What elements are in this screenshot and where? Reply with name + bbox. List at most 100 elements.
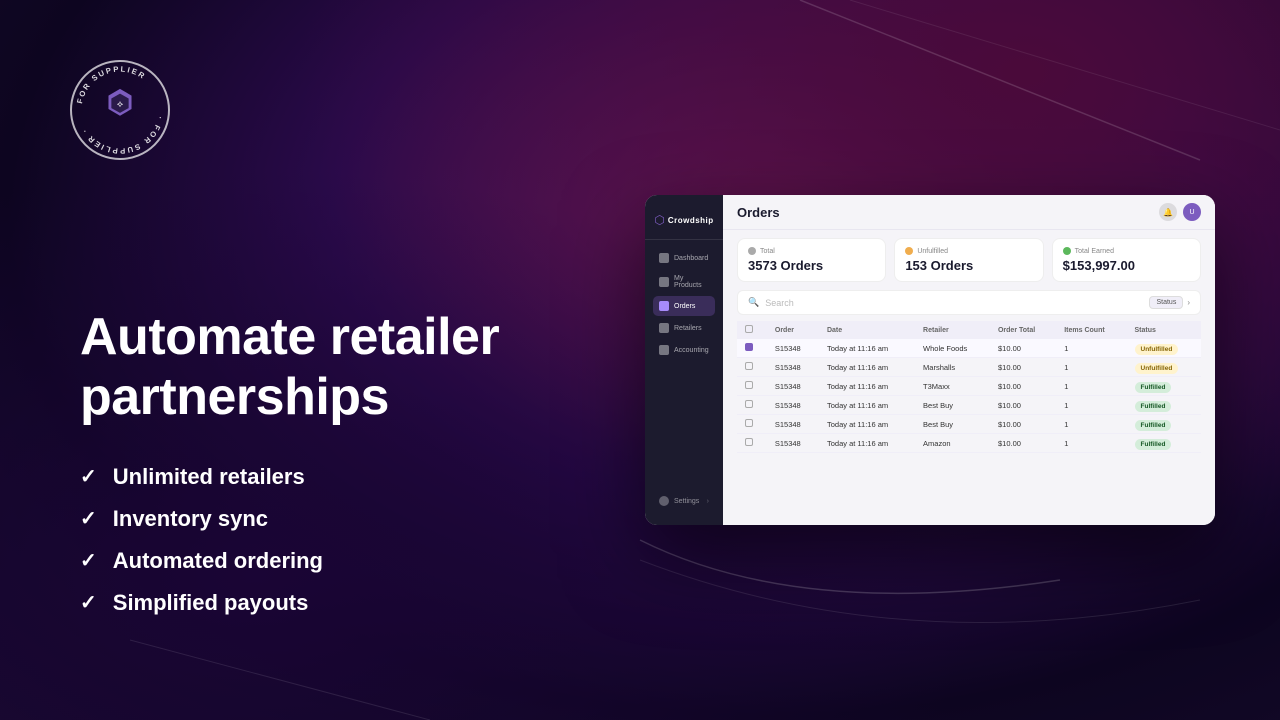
settings-icon xyxy=(659,496,669,506)
stat-label-row: Total xyxy=(748,247,875,255)
row-checkbox-cell xyxy=(737,434,767,453)
order-id-cell: S15348 xyxy=(767,396,819,415)
total-cell: $10.00 xyxy=(990,377,1056,396)
brand-name-label: Crowdship xyxy=(668,216,714,225)
table-row: S15348 Today at 11:16 am Best Buy $10.00… xyxy=(737,396,1201,415)
row-checkbox[interactable] xyxy=(745,381,753,389)
brand-logo-icon: ⬡ xyxy=(654,213,664,227)
total-cell: $10.00 xyxy=(990,339,1056,358)
table-header-cell: Status xyxy=(1127,321,1201,339)
nav-item-icon xyxy=(659,277,669,287)
status-badge: Fulfilled xyxy=(1135,382,1172,393)
order-id-cell: S15348 xyxy=(767,434,819,453)
select-all-checkbox[interactable] xyxy=(745,325,753,333)
orders-table: OrderDateRetailerOrder TotalItems CountS… xyxy=(737,321,1201,453)
row-checkbox[interactable] xyxy=(745,400,753,408)
feature-label: Inventory sync xyxy=(113,506,268,532)
notification-icon[interactable]: 🔔 xyxy=(1159,203,1177,221)
stat-dot xyxy=(1063,247,1071,255)
sidebar-nav-item[interactable]: My Products xyxy=(653,270,715,294)
items-cell: 1 xyxy=(1056,434,1126,453)
retailer-cell: Best Buy xyxy=(915,396,990,415)
sidebar-brand: ⬡ Crowdship xyxy=(645,209,723,240)
table-header-cell: Order Total xyxy=(990,321,1056,339)
logo-circle: FOR SUPPLIER · FOR SUPPLIER · ⟡ xyxy=(70,60,170,160)
app-window: ⬡ Crowdship Dashboard My Products Orders… xyxy=(645,195,1215,525)
sidebar-expand-icon: › xyxy=(707,498,709,505)
stat-value: 3573 Orders xyxy=(748,258,875,273)
status-badge: Unfulfilled xyxy=(1135,363,1179,374)
table-header-cell: Order xyxy=(767,321,819,339)
nav-item-label: Dashboard xyxy=(674,255,708,262)
status-cell: Fulfilled xyxy=(1127,434,1201,453)
stat-label: Total xyxy=(760,248,775,255)
settings-label: Settings xyxy=(674,498,699,505)
row-checkbox-cell xyxy=(737,339,767,358)
items-cell: 1 xyxy=(1056,396,1126,415)
status-cell: Unfulfilled xyxy=(1127,339,1201,358)
feature-item: ✓Automated ordering xyxy=(80,548,520,574)
nav-item-label: Retailers xyxy=(674,325,702,332)
nav-item-icon xyxy=(659,253,669,263)
table-row: S15348 Today at 11:16 am T3Maxx $10.00 1… xyxy=(737,377,1201,396)
stat-dot xyxy=(748,247,756,255)
table-wrapper: OrderDateRetailerOrder TotalItems CountS… xyxy=(723,321,1215,453)
date-cell: Today at 11:16 am xyxy=(819,377,915,396)
order-id-cell: S15348 xyxy=(767,415,819,434)
order-id-cell: S15348 xyxy=(767,339,819,358)
row-checkbox-cell xyxy=(737,415,767,434)
date-cell: Today at 11:16 am xyxy=(819,415,915,434)
app-sidebar: ⬡ Crowdship Dashboard My Products Orders… xyxy=(645,195,723,525)
table-header-cell: Retailer xyxy=(915,321,990,339)
stat-label-row: Total Earned xyxy=(1063,247,1190,255)
sidebar-bottom: Settings › xyxy=(645,491,723,511)
check-icon: ✓ xyxy=(80,464,97,489)
total-cell: $10.00 xyxy=(990,415,1056,434)
retailer-cell: T3Maxx xyxy=(915,377,990,396)
page-title: Orders xyxy=(737,205,780,220)
retailer-cell: Whole Foods xyxy=(915,339,990,358)
status-filter-btn[interactable]: Status xyxy=(1149,296,1183,309)
order-id-cell: S15348 xyxy=(767,377,819,396)
items-cell: 1 xyxy=(1056,377,1126,396)
stat-card: Unfulfilled 153 Orders xyxy=(894,238,1043,282)
nav-item-label: Accounting xyxy=(674,347,709,354)
row-checkbox[interactable] xyxy=(745,343,753,351)
nav-item-label: Orders xyxy=(674,303,695,310)
row-checkbox[interactable] xyxy=(745,362,753,370)
feature-label: Unlimited retailers xyxy=(113,464,305,490)
retailer-cell: Marshalls xyxy=(915,358,990,377)
svg-text:· FOR SUPPLIER ·: · FOR SUPPLIER · xyxy=(79,116,164,156)
stat-card: Total 3573 Orders xyxy=(737,238,886,282)
stat-label: Unfulfilled xyxy=(917,248,948,255)
main-headline: Automate retailer partnerships xyxy=(80,308,520,428)
row-checkbox[interactable] xyxy=(745,438,753,446)
date-cell: Today at 11:16 am xyxy=(819,396,915,415)
status-badge: Fulfilled xyxy=(1135,439,1172,450)
items-cell: 1 xyxy=(1056,415,1126,434)
nav-item-icon xyxy=(659,345,669,355)
filter-chevron-icon: › xyxy=(1187,298,1190,307)
sidebar-nav-item[interactable]: Dashboard xyxy=(653,248,715,268)
order-id-cell: S15348 xyxy=(767,358,819,377)
total-cell: $10.00 xyxy=(990,434,1056,453)
stat-value: $153,997.00 xyxy=(1063,258,1190,273)
row-checkbox-cell xyxy=(737,396,767,415)
settings-item[interactable]: Settings › xyxy=(653,491,715,511)
search-bar[interactable]: 🔍 Search Status › xyxy=(737,290,1201,315)
check-icon: ✓ xyxy=(80,506,97,531)
table-header-cell: Date xyxy=(819,321,915,339)
sidebar-nav-item[interactable]: Orders xyxy=(653,296,715,316)
sidebar-nav-item[interactable]: Accounting xyxy=(653,340,715,360)
avatar-icon[interactable]: U xyxy=(1183,203,1201,221)
feature-item: ✓ Unlimited retailers xyxy=(80,464,520,490)
search-input[interactable]: Search xyxy=(765,298,794,308)
stat-label-row: Unfulfilled xyxy=(905,247,1032,255)
features-list: ✓ Unlimited retailers ✓ Inventory sync ✓Auto… xyxy=(80,464,520,616)
stat-card: Total Earned $153,997.00 xyxy=(1052,238,1201,282)
feature-label: Automated ordering xyxy=(113,548,323,574)
sidebar-nav-item[interactable]: Retailers xyxy=(653,318,715,338)
app-topbar: Orders 🔔 U xyxy=(723,195,1215,230)
nav-item-label: My Products xyxy=(674,275,709,289)
row-checkbox[interactable] xyxy=(745,419,753,427)
